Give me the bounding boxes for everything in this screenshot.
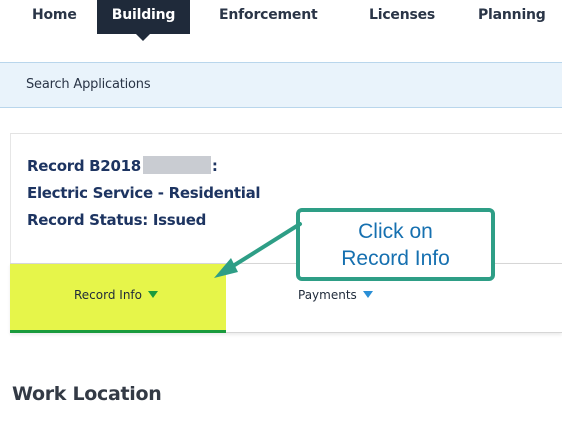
nav-tab-licenses[interactable]: Licenses — [369, 0, 435, 34]
record-status: Record Status: Issued — [27, 211, 207, 229]
annotation-callout: Click on Record Info — [296, 208, 495, 281]
callout-line-2: Record Info — [341, 247, 450, 270]
nav-tab-enforcement[interactable]: Enforcement — [219, 0, 318, 34]
caret-down-icon — [362, 291, 373, 298]
record-number-prefix: Record B2018 — [27, 157, 141, 175]
tab-record-info[interactable]: Record Info — [10, 264, 226, 333]
nav-tab-planning[interactable]: Planning — [478, 0, 546, 34]
section-title-work-location: Work Location — [12, 383, 162, 405]
caret-down-icon — [148, 291, 158, 298]
redacted-block — [142, 156, 211, 174]
active-tab-underline — [10, 330, 226, 333]
tab-record-info-label: Record Info — [74, 288, 158, 302]
record-type: Electric Service - Residential — [27, 184, 261, 202]
callout-line-1: Click on — [358, 220, 433, 243]
record-number-suffix: : — [211, 157, 218, 175]
nav-tab-home[interactable]: Home — [32, 0, 77, 34]
nav-tab-building[interactable]: Building — [97, 0, 190, 34]
record-number: Record B2018: — [27, 156, 218, 175]
active-tab-indicator — [136, 34, 150, 41]
top-nav: Home Building Enforcement Licenses Plann… — [0, 0, 562, 41]
search-applications-link[interactable]: Search Applications — [26, 77, 151, 92]
tab-payments-label: Payments — [298, 288, 373, 302]
search-applications-bar: Search Applications — [0, 62, 562, 108]
